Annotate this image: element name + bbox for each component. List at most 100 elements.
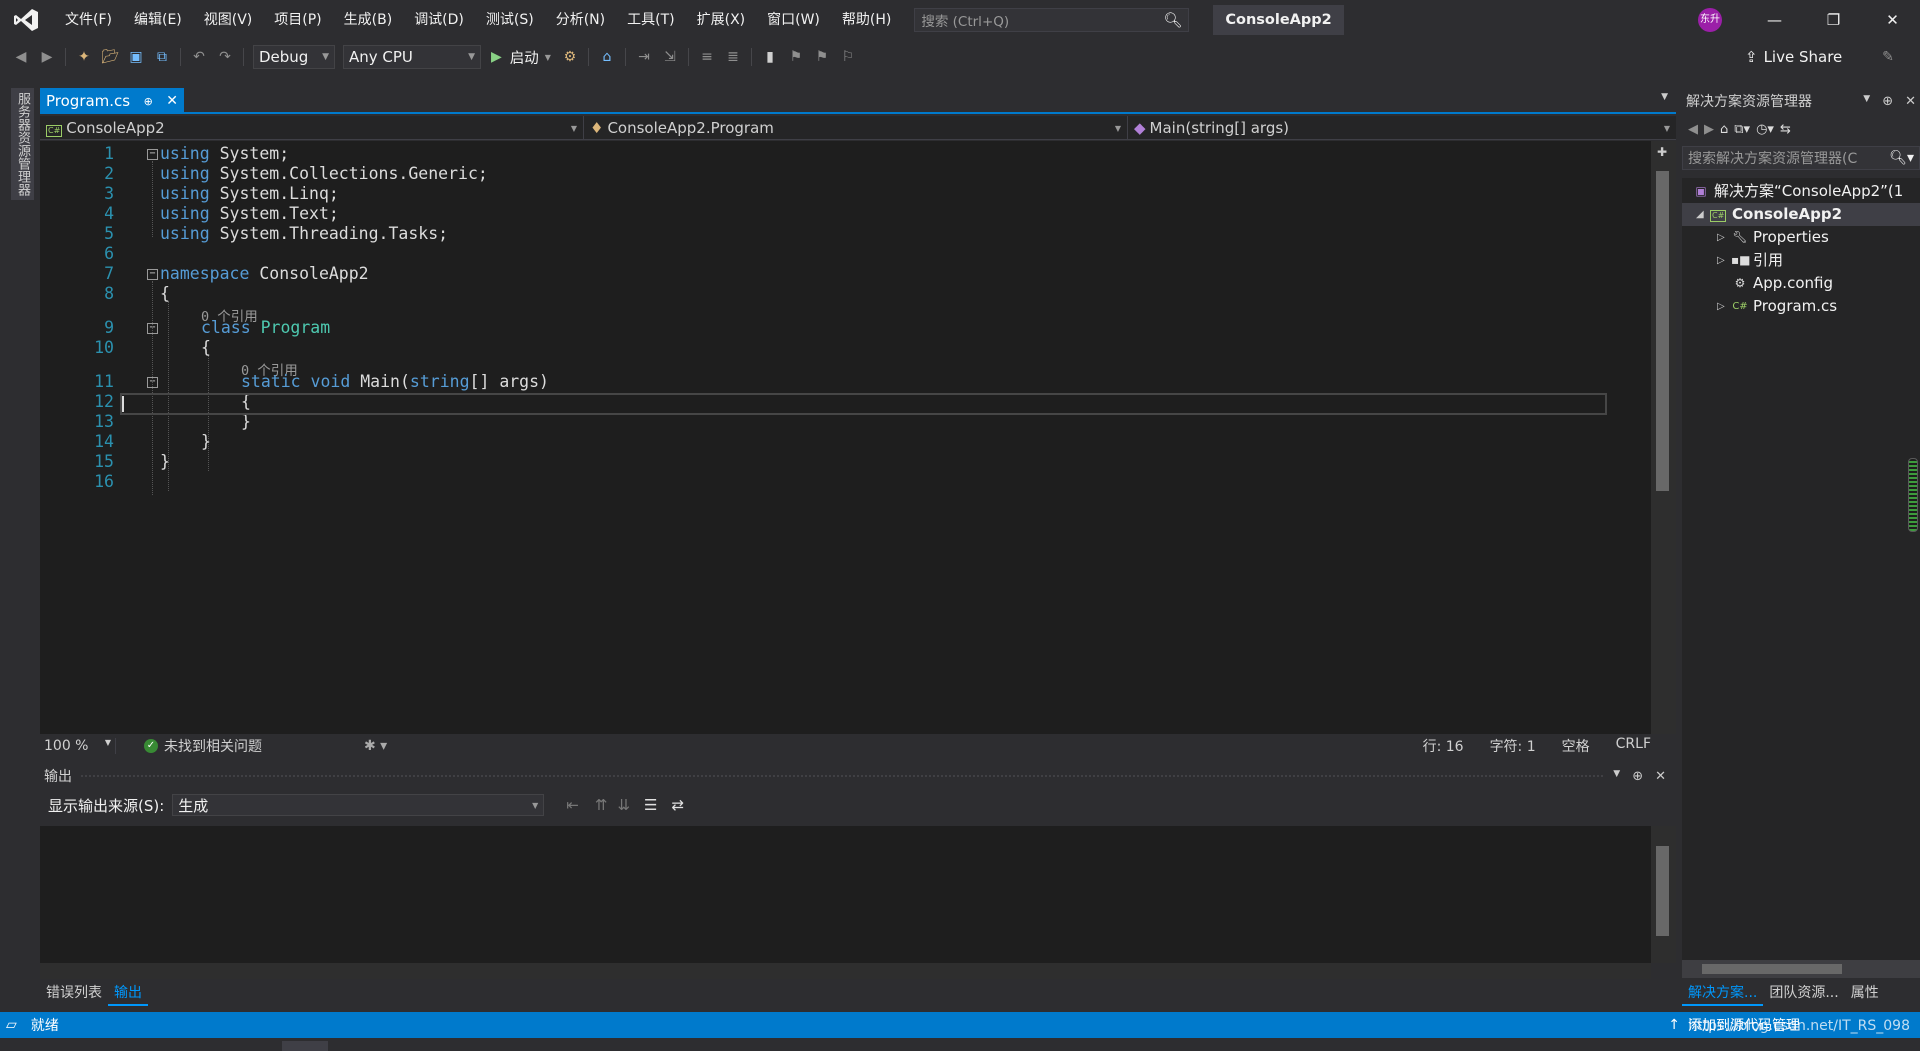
pin-icon[interactable]: ⊕ — [1882, 94, 1893, 109]
project-dropdown[interactable]: C# ConsoleApp2 ▼ — [40, 116, 584, 140]
output-horizontal-scrollbar[interactable] — [40, 963, 1651, 979]
menu-file[interactable]: 文件(F) — [54, 0, 123, 40]
menu-test[interactable]: 测试(S) — [475, 0, 545, 40]
start-debug-button[interactable]: ▶ 启动 ▼ — [491, 47, 551, 68]
open-file-icon[interactable]: 📂︎ — [99, 46, 121, 68]
next-message-icon[interactable]: ⇊ — [617, 796, 630, 814]
save-all-icon[interactable]: ⧉ — [151, 46, 173, 68]
tree-solution-node[interactable]: ▣ 解决方案“ConsoleApp2”(1 — [1692, 180, 1903, 203]
step-into-icon[interactable]: ⇥ — [633, 46, 655, 68]
output-text-area[interactable] — [40, 826, 1651, 963]
switch-views-icon[interactable]: ⧉▾ — [1734, 122, 1750, 137]
save-icon[interactable]: ▣ — [125, 46, 147, 68]
feedback-icon[interactable]: ✎ — [1877, 46, 1899, 68]
back-icon[interactable]: ◀ — [10, 46, 32, 68]
browser-link-icon[interactable]: ⌂ — [596, 46, 618, 68]
menu-extensions[interactable]: 扩展(X) — [686, 0, 757, 40]
clear-all-icon[interactable]: ☰ — [644, 796, 657, 814]
menu-help[interactable]: 帮助(H) — [831, 0, 902, 40]
step-over-icon[interactable]: ⇲ — [659, 46, 681, 68]
server-explorer-tab[interactable]: 服务器资源管理器 — [11, 88, 34, 200]
bookmark-icon[interactable]: ▮ — [759, 46, 781, 68]
solution-horizontal-scrollbar[interactable] — [1682, 960, 1920, 978]
tree-item-app-config[interactable]: ⚙ App.config — [1731, 272, 1833, 295]
tab-output[interactable]: 输出 — [108, 980, 148, 1006]
notifications-icon[interactable]: ▱ — [6, 1017, 17, 1033]
pin-icon[interactable]: ⊕ — [144, 95, 153, 108]
tab-team-explorer[interactable]: 团队资源... — [1763, 980, 1844, 1006]
menu-view[interactable]: 视图(V) — [193, 0, 264, 40]
scroll-thumb[interactable] — [1702, 964, 1842, 974]
forward-icon[interactable]: ▶ — [1704, 122, 1714, 137]
member-dropdown[interactable]: ◆ Main(string[] args) ▼ — [1128, 116, 1676, 140]
redo-icon[interactable]: ↷ — [214, 46, 236, 68]
back-icon[interactable]: ◀ — [1688, 122, 1698, 137]
solution-search-input[interactable]: 搜索解决方案资源管理器(C 🔍︎▾ — [1682, 146, 1920, 170]
undo-icon[interactable]: ↶ — [188, 46, 210, 68]
tab-solution-explorer[interactable]: 解决方案... — [1682, 980, 1764, 1006]
tree-project-node[interactable]: ◢ C# ConsoleApp2 — [1682, 203, 1920, 226]
window-menu-icon[interactable]: ▼ — [1863, 94, 1870, 109]
menu-analyze[interactable]: 分析(N) — [545, 0, 616, 40]
tree-item-references[interactable]: ▷ ▪■ 引用 — [1717, 249, 1783, 272]
scroll-thumb[interactable] — [1656, 171, 1669, 491]
clear-bookmarks-icon[interactable]: ⚐ — [837, 46, 859, 68]
outline-guide — [152, 161, 153, 237]
output-source-select[interactable]: 生成 ▼ — [172, 794, 545, 816]
prev-bookmark-icon[interactable]: ⚑ — [785, 46, 807, 68]
solution-config-select[interactable]: Debug ▼ — [253, 45, 335, 69]
home-icon[interactable]: ⌂ — [1720, 122, 1728, 137]
code-editor[interactable]: 1 2 3 4 5 6 7 8 9 10 11 12 13 14 15 16 −… — [40, 141, 1651, 734]
live-share-button[interactable]: ⇪ Live Share — [1745, 48, 1842, 66]
sync-icon[interactable]: ⇆ — [1780, 122, 1791, 137]
menu-build[interactable]: 生成(B) — [333, 0, 404, 40]
tab-error-list[interactable]: 错误列表 — [40, 980, 108, 1006]
code-cleanup-icon[interactable]: ✱ ▾ — [364, 738, 387, 754]
close-window-button[interactable]: ✕ — [1865, 0, 1920, 40]
close-icon[interactable]: ✕ — [1905, 94, 1916, 109]
issues-indicator[interactable]: ✓ 未找到相关问题 — [144, 736, 344, 756]
uncomment-icon[interactable]: ≣ — [722, 46, 744, 68]
close-icon[interactable]: ✕ — [1655, 769, 1666, 784]
tree-item-program-cs[interactable]: ▷ C# Program.cs — [1717, 295, 1837, 318]
collapse-icon[interactable]: − — [147, 149, 158, 160]
minimize-button[interactable]: — — [1747, 0, 1802, 40]
comment-icon[interactable]: ≡ — [696, 46, 718, 68]
output-vertical-scrollbar[interactable] — [1651, 826, 1676, 963]
char-indicator[interactable]: 字符: 1 — [1490, 736, 1536, 756]
prev-message-icon[interactable]: ⇈ — [595, 796, 608, 814]
forward-icon[interactable]: ▶ — [36, 46, 58, 68]
tab-overflow-icon[interactable]: ▼ — [1661, 92, 1668, 102]
next-bookmark-icon[interactable]: ⚑ — [811, 46, 833, 68]
find-message-icon[interactable]: ⇤ — [566, 796, 579, 814]
window-menu-icon[interactable]: ▼ — [1613, 769, 1620, 784]
maximize-button[interactable]: ❐ — [1806, 0, 1861, 40]
tree-item-properties[interactable]: ▷ 🔧︎ Properties — [1717, 226, 1829, 249]
pending-changes-icon[interactable]: ◷▾ — [1756, 122, 1774, 137]
menu-tools[interactable]: 工具(T) — [616, 0, 685, 40]
class-dropdown[interactable]: ♦ ConsoleApp2.Program ▼ — [584, 116, 1128, 140]
platform-select[interactable]: Any CPU ▼ — [343, 45, 481, 69]
word-wrap-icon[interactable]: ⇄ — [671, 796, 684, 814]
new-project-icon[interactable]: ✦ — [73, 46, 95, 68]
scroll-thumb[interactable] — [1656, 846, 1669, 936]
editor-vertical-scrollbar[interactable] — [1651, 141, 1676, 734]
zoom-select[interactable]: 100 % ▼ — [40, 738, 116, 754]
menu-project[interactable]: 项目(P) — [263, 0, 332, 40]
menu-edit[interactable]: 编辑(E) — [123, 0, 193, 40]
drag-grip[interactable] — [80, 774, 1606, 778]
menu-debug[interactable]: 调试(D) — [403, 0, 475, 40]
account-avatar[interactable]: 东升 — [1698, 8, 1722, 32]
split-window-icon[interactable]: ✚ — [1653, 145, 1671, 159]
pin-icon[interactable]: ⊕ — [1632, 769, 1643, 784]
whitespace-indicator[interactable]: 空格 — [1562, 736, 1590, 756]
tab-program-cs[interactable]: Program.cs ⊕ ✕ — [40, 88, 184, 114]
collapse-icon[interactable]: − — [147, 269, 158, 280]
quick-search-input[interactable]: 搜索 (Ctrl+Q) 🔍︎ — [914, 8, 1190, 32]
tab-properties[interactable]: 属性 — [1845, 980, 1885, 1006]
close-tab-icon[interactable]: ✕ — [166, 93, 178, 109]
line-indicator[interactable]: 行: 16 — [1423, 736, 1464, 756]
menu-window[interactable]: 窗口(W) — [756, 0, 831, 40]
eol-indicator[interactable]: CRLF — [1616, 736, 1651, 756]
hot-reload-icon[interactable]: ⚙ — [559, 46, 581, 68]
